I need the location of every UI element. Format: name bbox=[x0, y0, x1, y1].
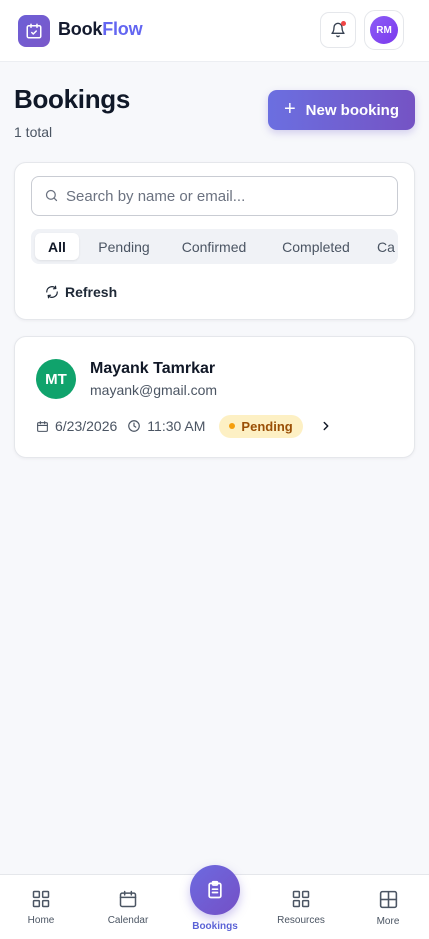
nav-resources[interactable]: Resources bbox=[266, 889, 336, 926]
search-input[interactable] bbox=[66, 177, 386, 215]
brand-name: BookFlow bbox=[58, 19, 143, 40]
status-badge: Pending bbox=[219, 414, 303, 438]
nav-bookings-label[interactable]: Bookings bbox=[180, 921, 250, 932]
brand-part-2: Flow bbox=[102, 19, 143, 39]
refresh-icon bbox=[46, 285, 58, 299]
nav-home[interactable]: Home bbox=[6, 889, 76, 926]
new-booking-label: New booking bbox=[305, 101, 400, 119]
booking-time: 11:30 AM bbox=[127, 418, 205, 434]
clipboard-list-icon bbox=[208, 880, 222, 899]
booking-meta: 6/23/2026 11:30 AM Pending bbox=[36, 414, 333, 438]
user-avatar-button[interactable]: RM bbox=[364, 10, 404, 50]
nav-calendar-label: Calendar bbox=[107, 915, 149, 926]
avatar: RM bbox=[370, 16, 398, 44]
grid-icon bbox=[292, 890, 310, 908]
app-header: BookFlow RM bbox=[0, 0, 429, 62]
tab-pending[interactable]: Pending bbox=[89, 233, 159, 260]
status-dot bbox=[229, 423, 236, 429]
nav-home-label: Home bbox=[27, 915, 55, 926]
customer-name: Mayank Tamrkar bbox=[90, 360, 216, 377]
notifications-button[interactable] bbox=[320, 12, 356, 48]
bottom-nav: Home Calendar Bookings Resources More bbox=[0, 865, 429, 939]
brand-part-1: Book bbox=[58, 19, 103, 39]
calendar-icon bbox=[119, 890, 137, 908]
tab-completed[interactable]: Completed bbox=[271, 233, 361, 260]
booking-card[interactable]: MT Mayank Tamrkar mayank@gmail.com 6/23/… bbox=[14, 336, 415, 458]
chevron-right-icon bbox=[323, 421, 329, 431]
booking-time-text: 11:30 AM bbox=[147, 418, 206, 434]
page-title: Bookings bbox=[14, 84, 131, 114]
booking-date-text: 6/23/2026 bbox=[55, 418, 118, 434]
tab-cancelled[interactable]: Ca bbox=[377, 233, 398, 260]
logo[interactable] bbox=[18, 15, 50, 47]
new-booking-button[interactable]: + New booking bbox=[268, 90, 415, 130]
search-box[interactable] bbox=[31, 176, 398, 216]
status-text: Pending bbox=[241, 418, 293, 434]
nav-calendar[interactable]: Calendar bbox=[93, 889, 163, 926]
nav-resources-label: Resources bbox=[277, 915, 325, 926]
refresh-button[interactable]: Refresh bbox=[45, 282, 117, 302]
filter-card: All Pending Confirmed Completed Ca Refre… bbox=[14, 162, 415, 320]
status-tabs: All Pending Confirmed Completed Ca bbox=[31, 229, 398, 264]
booking-details-button[interactable] bbox=[319, 419, 333, 433]
nav-more[interactable]: More bbox=[353, 889, 423, 927]
plus-icon: + bbox=[283, 98, 296, 120]
customer-avatar: MT bbox=[36, 359, 76, 399]
search-icon bbox=[45, 189, 58, 202]
clock-icon bbox=[128, 420, 141, 432]
grid-icon bbox=[32, 890, 50, 908]
total-count: 1 total bbox=[14, 124, 53, 140]
calendar-check-icon bbox=[26, 23, 42, 39]
tab-all[interactable]: All bbox=[35, 233, 79, 260]
nav-more-label: More bbox=[376, 916, 400, 927]
tab-confirmed[interactable]: Confirmed bbox=[173, 233, 255, 260]
booking-date: 6/23/2026 bbox=[36, 418, 117, 434]
notification-dot bbox=[341, 21, 346, 26]
customer-email: mayank@gmail.com bbox=[90, 382, 218, 398]
grid-plus-icon bbox=[379, 890, 397, 909]
nav-bookings[interactable] bbox=[190, 865, 240, 915]
calendar-icon bbox=[37, 420, 48, 432]
refresh-label: Refresh bbox=[65, 284, 118, 300]
